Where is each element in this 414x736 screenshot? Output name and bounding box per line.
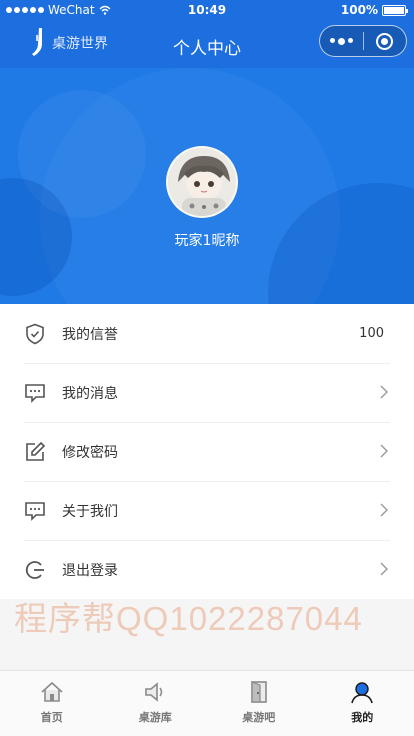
- battery-icon: [382, 4, 408, 16]
- top-header: WeChat 10:49 100% 桌游世界 个人中心: [0, 0, 414, 68]
- tab-game-bar[interactable]: 桌游吧: [207, 671, 311, 736]
- message-icon: [24, 382, 46, 404]
- menu-item-label: 关于我们: [62, 503, 118, 520]
- battery-percent: 100%: [340, 3, 378, 17]
- user-icon: [349, 679, 375, 705]
- target-icon: [376, 32, 394, 50]
- menu-item-label: 退出登录: [62, 562, 118, 579]
- chevron-right-icon: [380, 562, 388, 576]
- chevron-right-icon: [380, 385, 388, 399]
- message-icon: [24, 500, 46, 522]
- menu-item-messages[interactable]: 我的消息: [0, 363, 414, 422]
- tab-game-library[interactable]: 桌游库: [104, 671, 208, 736]
- menu-item-label: 我的消息: [62, 385, 118, 402]
- tab-label: 首页: [40, 711, 63, 724]
- more-options-button[interactable]: [320, 37, 363, 45]
- menu-item-label: 我的信誉: [62, 326, 118, 343]
- bottom-tab-bar: 首页 桌游库 桌游吧 我的: [0, 670, 414, 736]
- speaker-icon: [142, 679, 168, 705]
- tab-home[interactable]: 首页: [0, 671, 104, 736]
- menu-item-about-us[interactable]: 关于我们: [0, 481, 414, 540]
- nav-bar: 桌游世界 个人中心: [0, 22, 414, 68]
- profile-banner: 玩家1昵称: [0, 68, 414, 304]
- menu-item-credit[interactable]: 我的信誉 100: [0, 304, 414, 363]
- profile-menu: 我的信誉 100 我的消息 修改密码 关于我们 退出登录: [0, 304, 414, 599]
- menu-item-label: 修改密码: [62, 444, 118, 461]
- door-icon: [246, 679, 272, 705]
- watermark-text: 程序帮QQ1022287044: [14, 600, 363, 637]
- shield-check-icon: [24, 323, 46, 345]
- status-bar: WeChat 10:49 100%: [0, 0, 414, 22]
- tab-label: 桌游吧: [242, 711, 276, 724]
- credit-score-value: 100: [359, 326, 384, 341]
- tab-mine[interactable]: 我的: [311, 671, 414, 736]
- logout-icon: [24, 559, 46, 581]
- tab-label: 桌游库: [138, 711, 172, 724]
- close-miniprogram-button[interactable]: [363, 32, 406, 50]
- chevron-right-icon: [380, 503, 388, 517]
- chevron-right-icon: [380, 444, 388, 458]
- avatar[interactable]: [166, 146, 238, 218]
- tab-label: 我的: [351, 711, 374, 724]
- miniprogram-capsule: [319, 25, 407, 57]
- menu-item-change-password[interactable]: 修改密码: [0, 422, 414, 481]
- user-nickname: 玩家1昵称: [174, 233, 240, 249]
- edit-icon: [24, 441, 46, 463]
- home-icon: [39, 679, 65, 705]
- menu-item-logout[interactable]: 退出登录: [0, 540, 414, 599]
